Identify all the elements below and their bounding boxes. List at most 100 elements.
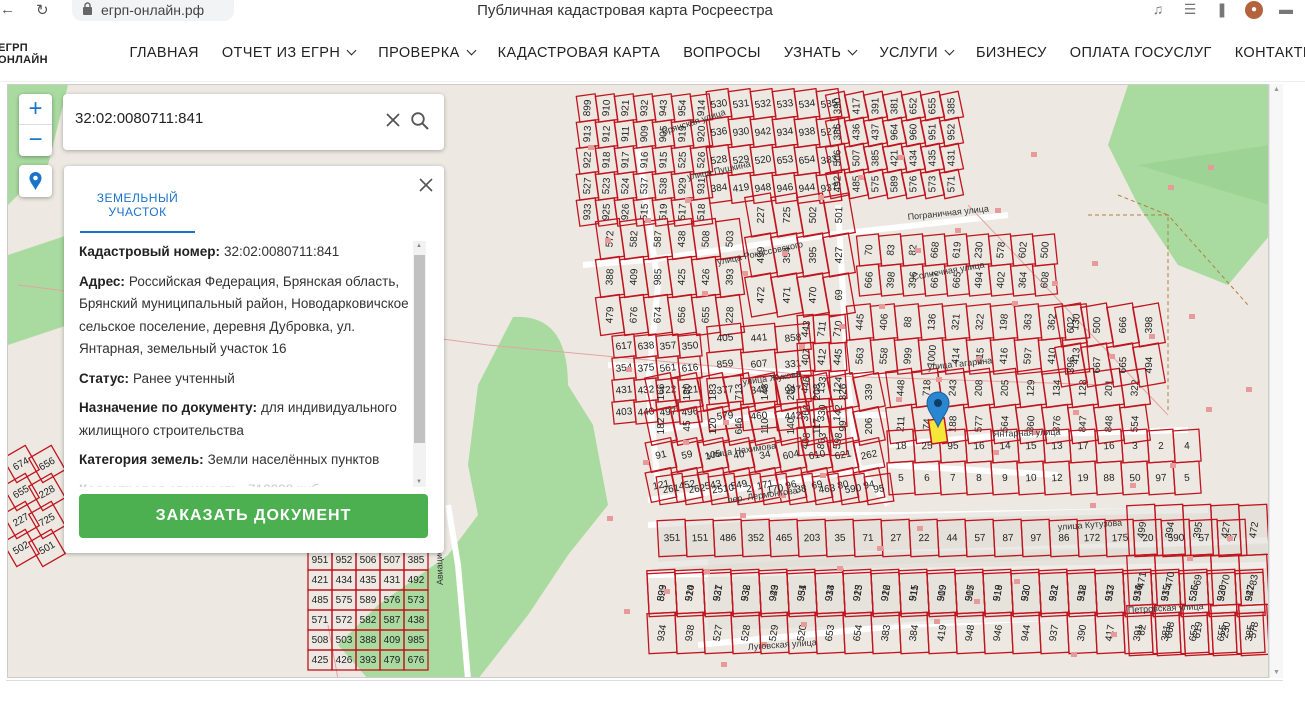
parcel[interactable]: 12: [1042, 460, 1072, 496]
parcel[interactable]: 357: [655, 333, 681, 359]
parcel[interactable]: 589: [881, 168, 908, 200]
headphones-icon[interactable]: ♫: [1149, 1, 1167, 19]
parcel[interactable]: 198: [989, 303, 1019, 341]
clear-icon[interactable]: [384, 111, 402, 129]
parcel[interactable]: 50: [1120, 460, 1150, 496]
parcel[interactable]: 431: [938, 142, 965, 174]
parcel[interactable]: 668: [921, 233, 949, 267]
nav-item[interactable]: ПРОВЕРКА: [367, 45, 486, 61]
parcel[interactable]: 425: [307, 649, 333, 671]
tab-land-plot[interactable]: ЗЕМЕЛЬНЫЙ УЧАСТОК: [80, 191, 195, 233]
parcel[interactable]: 523: [646, 571, 678, 615]
parcel[interactable]: 19: [1068, 460, 1098, 496]
parcel[interactable]: 83: [877, 233, 905, 267]
parcel[interactable]: 485: [307, 589, 333, 611]
search-input[interactable]: [75, 110, 375, 127]
parcel[interactable]: 136: [917, 303, 947, 341]
parcel[interactable]: 500: [1031, 233, 1059, 267]
parcel[interactable]: 434: [331, 569, 357, 591]
parcel[interactable]: 507: [379, 549, 405, 571]
parcel[interactable]: 951: [919, 116, 946, 148]
parcel[interactable]: 960: [900, 116, 927, 148]
parcel[interactable]: 8: [964, 460, 994, 496]
zoom-in-button[interactable]: +: [19, 94, 52, 125]
parcel[interactable]: 441: [740, 322, 778, 354]
nav-item[interactable]: УСЛУГИ: [868, 45, 965, 61]
parcel[interactable]: 88: [1094, 460, 1124, 496]
parcel[interactable]: 524: [674, 571, 706, 615]
parcel[interactable]: 602: [1009, 233, 1037, 267]
parcel[interactable]: 10: [1016, 460, 1046, 496]
parcel[interactable]: 952: [331, 549, 357, 571]
nav-item[interactable]: ОТЧЕТ ИЗ ЕГРН: [210, 45, 366, 61]
parcel[interactable]: 576: [900, 168, 927, 200]
extension-avatar-icon[interactable]: ●: [1245, 1, 1263, 19]
parcel[interactable]: 507: [843, 142, 870, 174]
nav-item[interactable]: БИЗНЕСУ: [964, 45, 1058, 61]
zoom-out-button[interactable]: −: [19, 125, 52, 156]
nav-item[interactable]: КОНТАКТЫ: [1223, 45, 1305, 61]
scroll-down-icon[interactable]: ▼: [416, 479, 422, 485]
parcel[interactable]: 436: [843, 116, 870, 148]
nav-item[interactable]: УЗНАТЬ: [772, 45, 867, 61]
scroll-up-icon[interactable]: ▲: [416, 243, 422, 249]
nav-item[interactable]: КАДАСТРОВАЯ КАРТА: [486, 45, 672, 61]
parcel[interactable]: 9: [990, 460, 1020, 496]
parcel[interactable]: 470: [795, 272, 831, 318]
parcel[interactable]: 674: [8, 444, 41, 484]
parcel[interactable]: 363: [1013, 303, 1043, 341]
parcel[interactable]: 82: [899, 233, 927, 267]
parcel[interactable]: 571: [938, 168, 965, 200]
parcel[interactable]: 434: [900, 142, 927, 174]
parcel[interactable]: 5: [1172, 460, 1202, 496]
parcel[interactable]: 655: [919, 90, 946, 122]
parcel[interactable]: 652: [900, 90, 927, 122]
parcel[interactable]: 321: [941, 303, 971, 341]
parcel[interactable]: 322: [965, 303, 995, 341]
order-document-button[interactable]: ЗАКАЗАТЬ ДОКУМЕНТ: [79, 494, 428, 538]
parcel[interactable]: 4: [1172, 428, 1202, 464]
parcel[interactable]: 398: [1131, 302, 1167, 348]
parcel[interactable]: 398: [877, 263, 905, 297]
site-logo[interactable]: ЕГРП ОНЛАЙН: [0, 42, 48, 66]
parcel[interactable]: 228: [27, 472, 67, 512]
parcel[interactable]: 431: [379, 569, 405, 591]
parcel[interactable]: 362: [1037, 303, 1067, 341]
search-icon[interactable]: [410, 111, 430, 131]
parcel[interactable]: 472: [743, 272, 779, 318]
locate-button[interactable]: [19, 165, 52, 197]
parcel[interactable]: 69: [821, 272, 857, 318]
parcel[interactable]: 554: [1118, 403, 1152, 445]
parcel[interactable]: 350: [677, 333, 703, 359]
parcel[interactable]: 656: [27, 444, 67, 484]
parcel[interactable]: 572: [331, 609, 357, 631]
parcel[interactable]: 666: [855, 263, 883, 297]
parcel[interactable]: 575: [862, 168, 889, 200]
parcel[interactable]: 617: [611, 333, 637, 359]
nav-item[interactable]: ОПЛАТА ГОСУСЛУГ: [1058, 45, 1223, 61]
nav-item[interactable]: ГЛАВНАЯ: [118, 45, 210, 61]
scroll-down-icon[interactable]: ▼: [1273, 669, 1280, 676]
parcel[interactable]: 608: [1031, 263, 1059, 297]
parcel[interactable]: 508: [307, 629, 333, 651]
parcel[interactable]: 227: [743, 192, 779, 238]
parcel[interactable]: 501: [27, 528, 67, 568]
parcel[interactable]: 445: [845, 303, 875, 341]
parcel[interactable]: 405: [706, 322, 744, 354]
parcel[interactable]: 435: [355, 569, 381, 591]
parcel[interactable]: 502: [795, 192, 831, 238]
parcel[interactable]: 964: [881, 116, 908, 148]
parcel[interactable]: 385: [938, 90, 965, 122]
parcel[interactable]: 575: [331, 589, 357, 611]
parcel[interactable]: 666: [1105, 302, 1141, 348]
parcel[interactable]: 381: [881, 90, 908, 122]
parcel[interactable]: 385: [403, 549, 429, 571]
parcel[interactable]: 952: [938, 116, 965, 148]
parcel[interactable]: 619: [943, 233, 971, 267]
parcel[interactable]: 471: [769, 272, 805, 318]
parcel[interactable]: 725: [27, 500, 67, 540]
menu-icon[interactable]: ▬: [1277, 1, 1295, 19]
parcel[interactable]: 391: [862, 90, 889, 122]
parcel[interactable]: 558: [869, 337, 899, 375]
scroll-up-icon[interactable]: ▲: [1273, 86, 1280, 93]
